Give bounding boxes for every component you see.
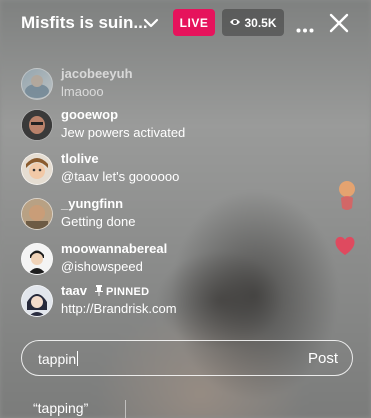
chevron-down-icon[interactable]	[143, 16, 159, 34]
avatar[interactable]	[21, 198, 53, 230]
live-badge: LIVE	[173, 9, 215, 36]
post-button[interactable]: Post	[308, 350, 338, 367]
top-bar: Misfits is suin... LIVE 30.5K	[0, 0, 371, 46]
avatar[interactable]	[21, 68, 53, 100]
close-icon[interactable]	[328, 12, 350, 39]
reaction-emoji-icon	[336, 180, 358, 217]
more-options-icon[interactable]	[296, 20, 314, 38]
comment-input[interactable]: tappin Post	[21, 340, 353, 376]
heart-icon	[334, 236, 356, 261]
comment-username[interactable]: jacobeeyuh	[61, 66, 133, 81]
avatar[interactable]	[21, 243, 53, 275]
pinned-username[interactable]: taav	[61, 283, 87, 298]
comment-username[interactable]: gooewop	[61, 107, 118, 122]
comment-text: @ishowspeed	[61, 259, 143, 274]
eye-icon	[229, 16, 241, 30]
viewer-count-badge[interactable]: 30.5K	[222, 9, 284, 36]
comment-username[interactable]: taav PINNED	[61, 283, 149, 298]
suggestion-divider	[125, 400, 126, 418]
comment-text: Getting done	[61, 214, 136, 229]
comment-text: @taav let's goooooo	[61, 169, 180, 184]
pinned-tag: PINNED	[95, 285, 149, 298]
comment-text: Jew powers activated	[61, 125, 186, 140]
avatar[interactable]	[21, 153, 53, 185]
comment-username[interactable]: _yungfinn	[61, 196, 123, 211]
avatar[interactable]	[21, 285, 53, 317]
text-caret	[77, 351, 79, 366]
keyboard-suggestion[interactable]: “tapping”	[33, 400, 88, 416]
avatar[interactable]	[21, 109, 53, 141]
comment-text: lmaooo	[61, 84, 104, 99]
comment-username[interactable]: moowannabereal	[61, 241, 167, 256]
pinned-link[interactable]: http://Brandrisk.com	[61, 301, 177, 316]
pin-icon	[95, 285, 104, 296]
pinned-label: PINNED	[106, 286, 150, 298]
stream-title[interactable]: Misfits is suin...	[21, 13, 148, 33]
comment-input-value[interactable]: tappin	[38, 351, 79, 367]
viewer-count: 30.5K	[244, 15, 277, 30]
comment-username[interactable]: tlolive	[61, 151, 99, 166]
